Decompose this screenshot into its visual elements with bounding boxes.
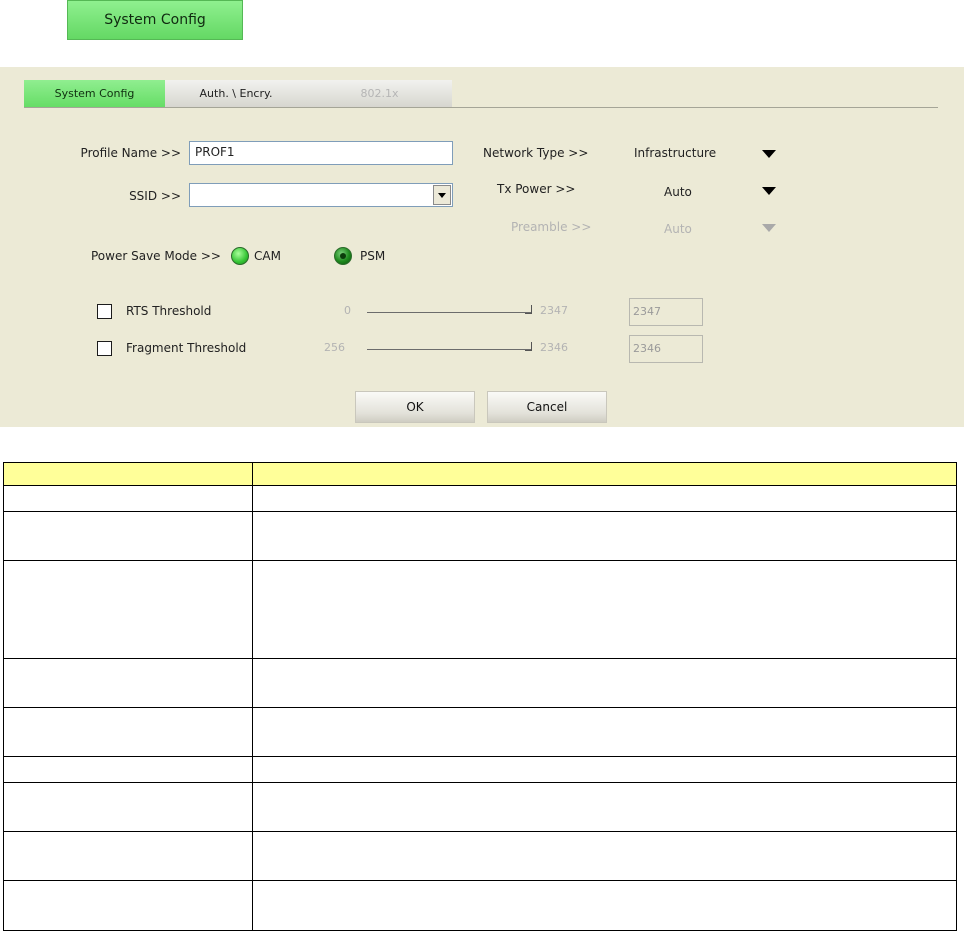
profile-name-input[interactable]: PROF1 [189,141,453,165]
table-cell [3,880,253,931]
description-table [3,462,957,931]
fragment-slider-track[interactable] [367,349,531,350]
rts-min-label: 0 [344,304,351,317]
rts-value-field: 2347 [629,298,703,326]
table-cell [3,485,253,512]
tab-auth-encry[interactable]: Auth. \ Encry. [165,80,307,107]
psm-radio[interactable] [334,247,352,265]
ssid-dropdown-button[interactable] [433,185,451,205]
table-row [3,560,957,659]
psm-radio-label: PSM [360,249,386,263]
table-cell [252,511,957,561]
table-header-row [3,462,957,486]
tx-power-label: Tx Power >> [497,182,576,196]
table-row [3,511,957,561]
fragment-value-field: 2346 [629,335,703,363]
table-row [3,756,957,783]
table-cell [3,756,253,783]
rts-slider-track[interactable] [367,312,531,313]
table-cell [3,560,253,659]
table-row [3,880,957,931]
fragment-slider-thumb[interactable] [525,342,532,351]
tab-system-config[interactable]: System Config [24,80,165,107]
network-type-dropdown-icon[interactable] [762,150,776,158]
preamble-value: Auto [664,222,692,236]
ssid-label: SSID >> [129,189,181,203]
cam-radio[interactable] [231,247,249,265]
table-row [3,782,957,832]
table-cell [3,658,253,708]
table-cell [3,782,253,832]
table-cell [3,511,253,561]
preamble-label: Preamble >> [511,220,592,234]
fragment-threshold-label: Fragment Threshold [126,341,247,355]
preamble-dropdown-icon [762,224,776,232]
table-row [3,485,957,512]
profile-name-label: Profile Name >> [80,146,181,160]
tx-power-value[interactable]: Auto [664,185,692,199]
rts-slider-thumb[interactable] [525,305,532,314]
table-cell [252,880,957,931]
table-cell [3,707,253,757]
top-tab-label: System Config [104,12,206,28]
table-cell [252,831,957,881]
table-cell [252,782,957,832]
system-config-top-tab[interactable]: System Config [67,0,243,40]
chevron-down-icon [438,192,446,198]
system-config-panel: System Config Auth. \ Encry. 802.1x Prof… [0,67,964,427]
tab-8021x: 802.1x [307,80,452,107]
rts-max-label: 2347 [540,304,568,317]
table-cell [252,658,957,708]
table-cell [252,560,957,659]
table-cell [252,707,957,757]
ssid-combobox[interactable] [189,183,453,207]
network-type-label: Network Type >> [483,146,589,160]
table-row [3,658,957,708]
table-cell [3,831,253,881]
network-type-value[interactable]: Infrastructure [634,146,716,160]
fragment-threshold-checkbox[interactable] [97,341,112,356]
table-row [3,831,957,881]
table-cell [252,756,957,783]
cancel-button[interactable]: Cancel [487,391,607,423]
tab-bar: System Config Auth. \ Encry. 802.1x [24,80,452,107]
tx-power-dropdown-icon[interactable] [762,187,776,195]
rts-threshold-checkbox[interactable] [97,304,112,319]
table-row [3,707,957,757]
table-cell [252,485,957,512]
rts-threshold-label: RTS Threshold [126,304,212,318]
cam-radio-label: CAM [254,249,281,263]
power-save-label: Power Save Mode >> [91,249,221,263]
fragment-min-label: 256 [324,341,345,354]
ok-button[interactable]: OK [355,391,475,423]
table-header-cell [3,462,253,486]
table-header-cell [252,462,957,486]
fragment-max-label: 2346 [540,341,568,354]
tab-divider [24,107,938,108]
